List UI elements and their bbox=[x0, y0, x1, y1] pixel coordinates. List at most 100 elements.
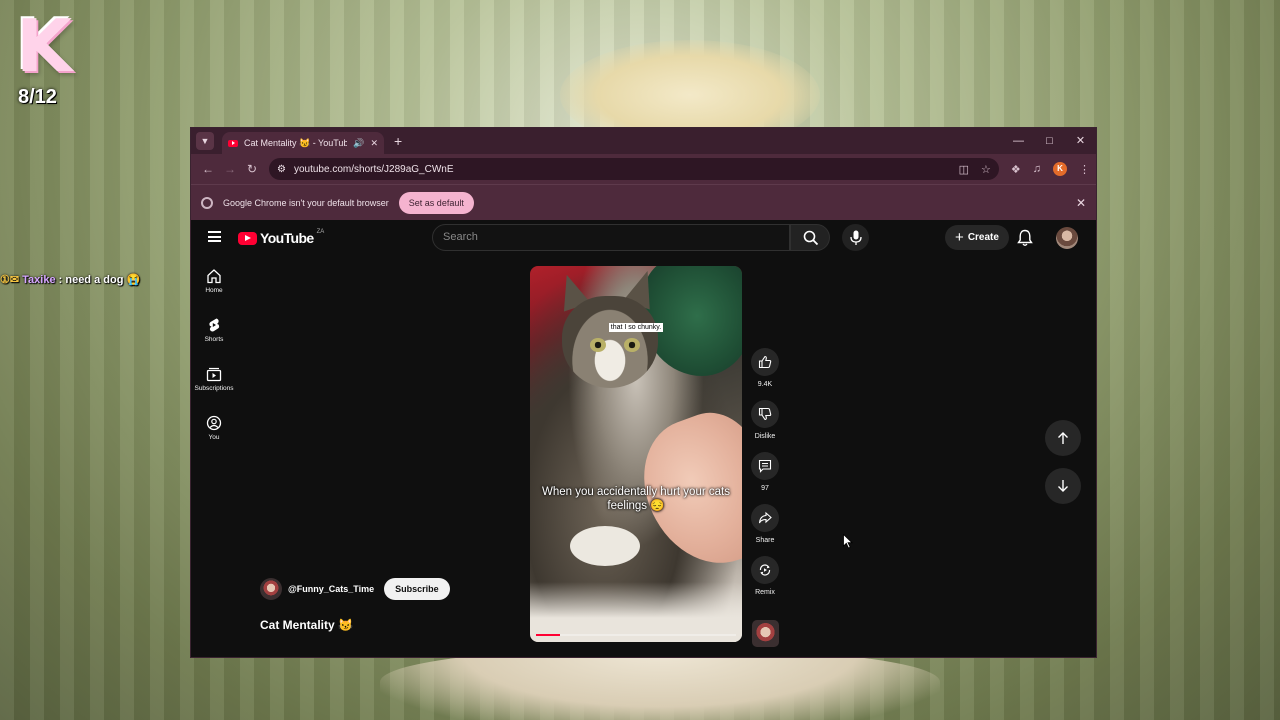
cat-belly bbox=[570, 526, 640, 566]
subscribe-button[interactable]: Subscribe bbox=[384, 578, 450, 600]
chat-message: ①✉ Taxike : need a dog 😭 bbox=[0, 273, 140, 286]
hamburger-menu-icon[interactable] bbox=[208, 231, 221, 242]
youtube-page: YouTube ZA Search + Create Home Shorts S… bbox=[191, 220, 1096, 657]
channel-handle[interactable]: @Funny_Cats_Time bbox=[288, 584, 374, 594]
search-button[interactable] bbox=[790, 224, 830, 251]
remix-action[interactable]: Remix bbox=[748, 556, 782, 596]
chat-text: : need a dog 😭 bbox=[55, 274, 141, 286]
you-icon bbox=[206, 415, 222, 431]
youtube-logo[interactable]: YouTube ZA bbox=[238, 229, 325, 246]
extensions-icon[interactable]: ❖ bbox=[1011, 163, 1021, 176]
forward-button[interactable]: → bbox=[219, 162, 241, 176]
notifications-bell-icon[interactable] bbox=[1017, 229, 1033, 247]
comment-icon bbox=[758, 459, 772, 473]
home-icon bbox=[207, 269, 221, 284]
browser-toolbar: ← → ↻ ⚙ youtube.com/shorts/J289aG_CWnE ◫… bbox=[191, 154, 1096, 184]
maximize-button[interactable]: □ bbox=[1034, 128, 1065, 154]
sidebar-item-home[interactable]: Home bbox=[191, 268, 237, 294]
sidebar-label-home: Home bbox=[205, 287, 223, 294]
sidebar-item-subscriptions[interactable]: Subscriptions bbox=[191, 366, 237, 392]
create-label: Create bbox=[967, 232, 999, 243]
video-caption-main: When you accidentally hurt your cats fee… bbox=[542, 486, 730, 512]
share-button[interactable] bbox=[751, 504, 779, 532]
search-icon bbox=[803, 230, 819, 246]
plus-icon: + bbox=[955, 229, 964, 246]
chat-username: Taxike bbox=[22, 274, 56, 286]
create-button[interactable]: + Create bbox=[945, 225, 1009, 250]
channel-logo: K bbox=[16, 4, 72, 88]
dislike-action[interactable]: Dislike bbox=[748, 400, 782, 440]
arrow-down-icon bbox=[1058, 480, 1068, 492]
like-button[interactable] bbox=[751, 348, 779, 376]
thumbs-down-icon bbox=[758, 407, 772, 421]
chrome-icon bbox=[201, 196, 213, 209]
reload-button[interactable]: ↻ bbox=[241, 162, 263, 176]
profile-avatar[interactable]: K bbox=[1053, 162, 1067, 176]
install-app-icon[interactable]: ◫ bbox=[959, 163, 969, 176]
subscriptions-icon bbox=[206, 367, 222, 382]
remix-icon bbox=[759, 564, 771, 576]
voice-search-button[interactable] bbox=[842, 224, 869, 251]
overlay-counter: 8/12 bbox=[18, 86, 57, 108]
video-title[interactable]: Cat Mentality 😼 bbox=[260, 618, 353, 632]
site-info-icon[interactable]: ⚙ bbox=[277, 164, 286, 175]
video-sheet bbox=[530, 582, 742, 642]
media-controls-icon[interactable]: ♫ bbox=[1033, 163, 1041, 175]
thumbs-up-icon bbox=[758, 355, 772, 369]
default-browser-infobar: Google Chrome isn't your default browser… bbox=[191, 184, 1096, 220]
remix-label: Remix bbox=[755, 589, 775, 596]
sidebar-label-shorts: Shorts bbox=[204, 336, 224, 343]
arrow-up-icon bbox=[1058, 432, 1068, 444]
speaker-icon[interactable]: 🔊 bbox=[353, 138, 364, 149]
set-as-default-button[interactable]: Set as default bbox=[398, 191, 474, 214]
comments-action[interactable]: 97 bbox=[748, 452, 782, 492]
browser-tab-active[interactable]: Cat Mentality 😼 - YouTube 🔊 ✕ bbox=[222, 132, 384, 154]
browser-window: ▼ Cat Mentality 😼 - YouTube 🔊 ✕ + — □ ✕ … bbox=[190, 127, 1097, 658]
video-caption-top: that I so chunky. bbox=[530, 316, 742, 334]
video-progress-bar[interactable] bbox=[536, 634, 736, 636]
like-action[interactable]: 9.4K bbox=[748, 348, 782, 388]
previous-short-button[interactable] bbox=[1045, 420, 1081, 456]
back-button[interactable]: ← bbox=[197, 162, 219, 176]
shorts-icon bbox=[209, 318, 220, 332]
title-bar: ▼ Cat Mentality 😼 - YouTube 🔊 ✕ + — □ ✕ bbox=[191, 128, 1096, 154]
sidebar-label-you: You bbox=[208, 434, 220, 441]
cat-eye-left bbox=[590, 338, 606, 352]
cat-eye-right bbox=[624, 338, 640, 352]
next-short-button[interactable] bbox=[1045, 468, 1081, 504]
streamer-shirt bbox=[380, 650, 940, 720]
close-tab-icon[interactable]: ✕ bbox=[370, 138, 378, 149]
remix-button[interactable] bbox=[751, 556, 779, 584]
menu-kebab-icon[interactable]: ⋮ bbox=[1079, 163, 1090, 176]
close-infobar-icon[interactable]: ✕ bbox=[1076, 196, 1086, 210]
video-progress-fill bbox=[536, 634, 560, 636]
youtube-wordmark: YouTube bbox=[260, 230, 314, 246]
dislike-button[interactable] bbox=[751, 400, 779, 428]
sidebar-label-subscriptions: Subscriptions bbox=[194, 385, 234, 392]
share-action[interactable]: Share bbox=[748, 504, 782, 544]
close-window-button[interactable]: ✕ bbox=[1065, 128, 1096, 154]
share-icon bbox=[758, 511, 772, 524]
country-code: ZA bbox=[316, 229, 325, 235]
bookmark-star-icon[interactable]: ☆ bbox=[981, 163, 991, 176]
tab-title: Cat Mentality 😼 - YouTube bbox=[244, 137, 348, 148]
sidebar-item-shorts[interactable]: Shorts bbox=[191, 317, 237, 343]
channel-info: @Funny_Cats_Time Subscribe bbox=[260, 578, 450, 600]
tab-search-button[interactable]: ▼ bbox=[196, 132, 214, 150]
account-avatar[interactable] bbox=[1056, 227, 1078, 249]
window-controls: — □ ✕ bbox=[1003, 128, 1096, 154]
short-video-player[interactable]: that I so chunky. When you accidentally … bbox=[530, 266, 742, 642]
dislike-label: Dislike bbox=[754, 433, 776, 440]
like-count: 9.4K bbox=[757, 381, 773, 388]
sound-channel-thumbnail[interactable] bbox=[752, 620, 779, 647]
comments-button[interactable] bbox=[751, 452, 779, 480]
minimize-button[interactable]: — bbox=[1003, 128, 1034, 154]
microphone-icon bbox=[849, 230, 862, 245]
sidebar-item-you[interactable]: You bbox=[191, 415, 237, 441]
address-bar[interactable]: ⚙ youtube.com/shorts/J289aG_CWnE ◫ ☆ bbox=[269, 158, 999, 180]
video-caption-top-text: that I so chunky. bbox=[608, 323, 664, 332]
youtube-header: YouTube ZA Search + Create bbox=[191, 220, 1096, 256]
search-input[interactable]: Search bbox=[432, 224, 790, 251]
channel-avatar[interactable] bbox=[260, 578, 282, 600]
new-tab-button[interactable]: + bbox=[394, 133, 402, 149]
